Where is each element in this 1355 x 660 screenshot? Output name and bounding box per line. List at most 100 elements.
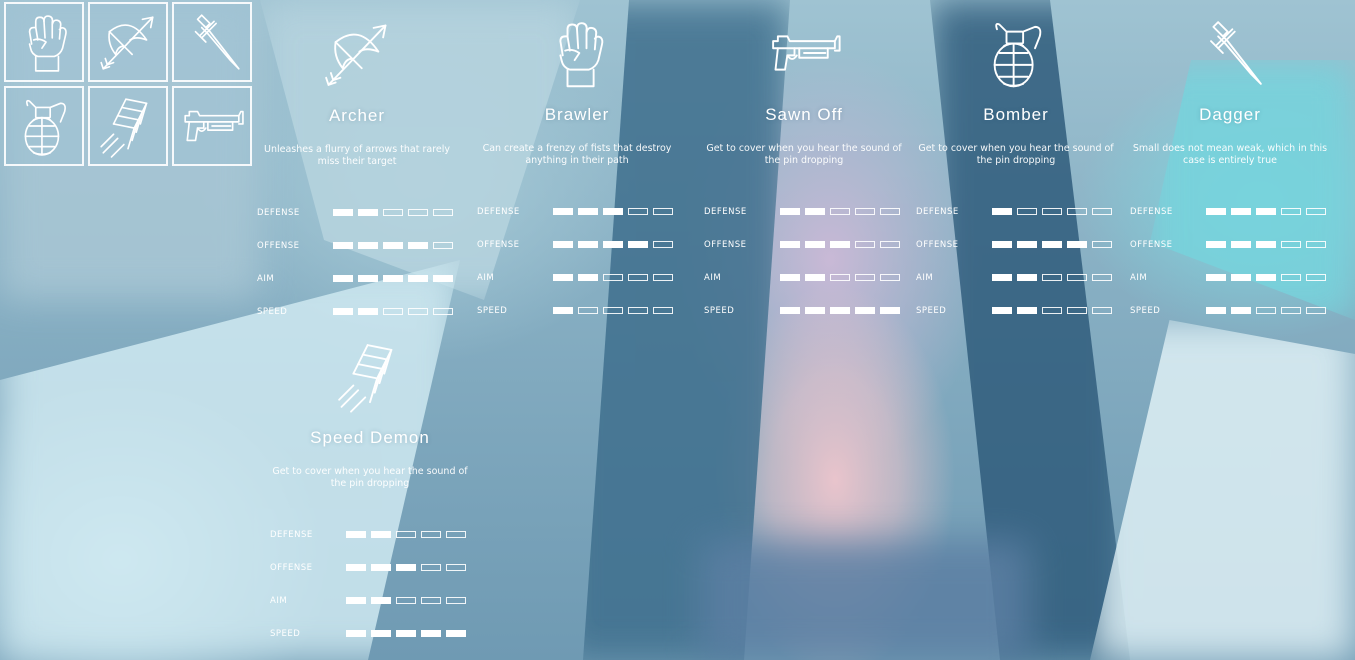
stat-pip-filled	[346, 564, 366, 571]
fist-icon	[11, 9, 77, 75]
stat-pip-empty	[880, 241, 900, 248]
stat-pip-filled	[358, 209, 378, 216]
grid-cell-fist[interactable]	[4, 2, 84, 82]
stat-meter	[780, 274, 900, 281]
stat-meter	[346, 564, 466, 571]
stat-pip-filled	[992, 274, 1012, 281]
stat-label: DEFENSE	[257, 207, 300, 218]
stat-pip-empty	[830, 208, 850, 215]
stat-label: DEFENSE	[704, 206, 747, 217]
character-card-archer[interactable]: Archer Unleashes a flurry of arrows that…	[251, 16, 463, 328]
stat-pip-filled	[603, 241, 623, 248]
stat-pip-empty	[1306, 274, 1326, 281]
stat-label: AIM	[257, 273, 275, 284]
stat-pip-empty	[1306, 241, 1326, 248]
stat-row-defense: DEFENSE	[698, 195, 910, 228]
character-card-sawn-off[interactable]: Sawn Off Get to cover when you hear the …	[698, 15, 910, 327]
stat-pip-filled	[578, 241, 598, 248]
character-description: Unleashes a flurry of arrows that rarely…	[263, 144, 451, 167]
fist-icon	[539, 15, 615, 91]
stat-pip-filled	[1042, 241, 1062, 248]
stat-pip-filled	[780, 307, 800, 314]
crossbow-icon	[319, 16, 395, 92]
stat-pip-filled	[396, 630, 416, 637]
stat-meter	[1206, 307, 1326, 314]
stat-label: AIM	[477, 272, 495, 283]
stat-pip-filled	[1256, 208, 1276, 215]
grid-cell-speed[interactable]	[88, 86, 168, 166]
stat-row-speed: SPEED	[698, 294, 910, 327]
stat-meter	[780, 208, 900, 215]
stat-row-aim: AIM	[264, 584, 476, 617]
stat-label: OFFENSE	[916, 239, 959, 250]
stat-pip-empty	[383, 209, 403, 216]
dagger-icon	[1192, 15, 1268, 91]
stat-pip-empty	[446, 597, 466, 604]
stat-pip-filled	[805, 307, 825, 314]
stat-pip-empty	[1067, 208, 1087, 215]
stat-pip-empty	[446, 564, 466, 571]
grid-cell-grenade[interactable]	[4, 86, 84, 166]
stat-row-defense: DEFENSE	[264, 518, 476, 551]
stat-meter	[992, 307, 1112, 314]
stat-row-defense: DEFENSE	[910, 195, 1122, 228]
stat-label: AIM	[916, 272, 934, 283]
character-description: Small does not mean weak, which in this …	[1132, 143, 1328, 166]
grid-cell-crossbow[interactable]	[88, 2, 168, 82]
stat-pip-empty	[421, 564, 441, 571]
stat-row-offense: OFFENSE	[698, 228, 910, 261]
character-card-dagger[interactable]: Dagger Small does not mean weak, which i…	[1124, 15, 1336, 327]
stat-pip-filled	[408, 242, 428, 249]
stat-row-aim: AIM	[251, 262, 463, 295]
stat-pip-empty	[628, 274, 648, 281]
stat-pip-filled	[1256, 274, 1276, 281]
stat-pip-empty	[1042, 208, 1062, 215]
stat-pip-empty	[603, 274, 623, 281]
character-name: Brawler	[544, 105, 610, 124]
stat-label: SPEED	[477, 305, 508, 316]
stat-pip-filled	[1231, 208, 1251, 215]
stat-pip-empty	[433, 242, 453, 249]
stat-row-offense: OFFENSE	[264, 551, 476, 584]
stat-label: SPEED	[257, 306, 288, 317]
stat-pip-filled	[628, 241, 648, 248]
speed-chevrons-icon	[332, 338, 408, 414]
stat-pip-empty	[578, 307, 598, 314]
grid-cell-shotgun[interactable]	[172, 86, 252, 166]
stat-pip-filled	[1256, 241, 1276, 248]
stat-meter	[553, 274, 673, 281]
stat-pip-filled	[805, 208, 825, 215]
shotgun-icon	[766, 15, 842, 91]
stat-pip-filled	[371, 564, 391, 571]
stat-pip-filled	[1206, 307, 1226, 314]
stat-pip-filled	[371, 630, 391, 637]
stat-meter	[333, 242, 453, 249]
stat-meter	[346, 630, 466, 637]
stat-label: SPEED	[916, 305, 947, 316]
stat-row-speed: SPEED	[910, 294, 1122, 327]
stat-pip-empty	[1306, 307, 1326, 314]
stat-pip-filled	[780, 241, 800, 248]
stat-pip-filled	[371, 597, 391, 604]
stat-row-defense: DEFENSE	[1124, 195, 1336, 228]
stat-pip-filled	[1206, 208, 1226, 215]
stat-row-aim: AIM	[698, 261, 910, 294]
stat-pip-empty	[1017, 208, 1037, 215]
grid-cell-dagger[interactable]	[172, 2, 252, 82]
stat-pip-empty	[1281, 208, 1301, 215]
stat-pip-empty	[653, 241, 673, 248]
character-card-bomber[interactable]: Bomber Get to cover when you hear the so…	[910, 15, 1122, 327]
stat-meter	[992, 274, 1112, 281]
character-card-brawler[interactable]: Brawler Can create a frenzy of fists tha…	[471, 15, 683, 327]
shotgun-icon	[179, 93, 245, 159]
stat-row-speed: SPEED	[264, 617, 476, 650]
stat-pip-empty	[1067, 274, 1087, 281]
stat-meter	[553, 241, 673, 248]
stat-pip-filled	[578, 274, 598, 281]
stat-label: OFFENSE	[477, 239, 520, 250]
stat-meter	[553, 307, 673, 314]
character-card-speed-demon[interactable]: Speed Demon Get to cover when you hear t…	[264, 338, 476, 650]
stat-label: DEFENSE	[270, 529, 313, 540]
stat-pip-filled	[1067, 241, 1087, 248]
stat-pip-filled	[446, 630, 466, 637]
